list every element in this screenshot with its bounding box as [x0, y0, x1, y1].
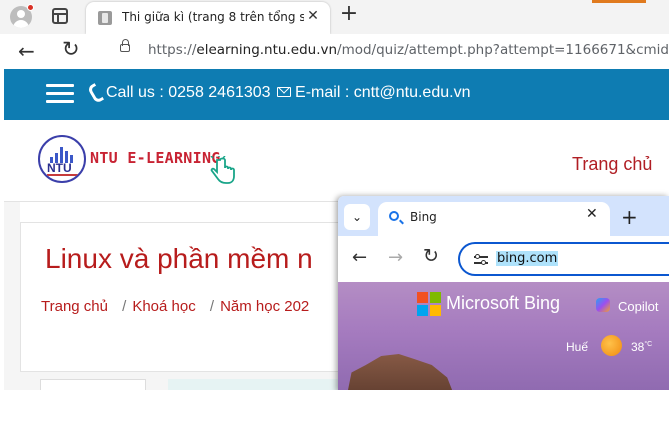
phone-icon — [90, 84, 102, 98]
forward-icon[interactable]: → — [388, 247, 403, 268]
active-tab[interactable]: Thi giữa kì (trang 8 trên tổng số 1 ✕ — [86, 2, 330, 34]
browser-toolbar: ← ↻ https://elearning.ntu.edu.vn/mod/qui… — [0, 34, 669, 68]
chrome-tab-strip: ⌄ Bing ✕ + — [338, 196, 669, 236]
reload-icon[interactable]: ↻ — [62, 37, 80, 61]
mail-icon — [277, 87, 292, 97]
bing-brand[interactable]: Microsoft Bing — [446, 293, 560, 314]
omnibox-url[interactable]: bing.com — [496, 251, 559, 266]
breadcrumb-year[interactable]: Năm học 202 — [220, 298, 309, 315]
brand-name[interactable]: NTU E-LEARNING — [90, 149, 221, 167]
chrome-window: ⌄ Bing ✕ + ← → ↻ bing.com Microsoft Bing… — [338, 196, 669, 392]
phone-label: Call us : 0258 2461303 — [106, 84, 271, 101]
logo-text: NTU — [47, 161, 72, 175]
back-icon[interactable]: ← — [18, 39, 35, 63]
close-icon[interactable]: ✕ — [586, 206, 598, 222]
tab-title: Thi giữa kì (trang 8 trên tổng số 1 — [122, 10, 304, 24]
tab-search-chevron-icon[interactable]: ⌄ — [344, 204, 370, 230]
microsoft-logo-icon — [417, 292, 441, 316]
chrome-new-tab-button[interactable]: + — [621, 205, 638, 229]
back-icon[interactable]: ← — [352, 247, 367, 268]
window-accent — [592, 0, 646, 3]
breadcrumb-separator: / — [209, 298, 215, 315]
chrome-tab-title: Bing — [410, 210, 437, 224]
copilot-icon[interactable] — [596, 298, 610, 312]
pointer-hand-icon — [210, 156, 235, 184]
address-bar[interactable]: https://elearning.ntu.edu.vn/mod/quiz/at… — [106, 38, 669, 64]
address-url[interactable]: https://elearning.ntu.edu.vn/mod/quiz/at… — [148, 42, 669, 58]
contact-info: Call us : 0258 2461303 E-mail : cntt@ntu… — [90, 84, 470, 102]
lock-icon[interactable] — [120, 39, 130, 52]
bottom-margin — [0, 390, 669, 440]
background-rock-image — [346, 354, 456, 392]
notification-dot — [27, 4, 34, 11]
weather-city[interactable]: Huế — [566, 340, 588, 354]
email-label: E-mail : cntt@ntu.edu.vn — [295, 84, 471, 101]
breadcrumb-separator: / — [122, 298, 127, 315]
hamburger-menu-icon[interactable] — [46, 84, 74, 104]
tab-actions-icon[interactable] — [52, 8, 68, 24]
ntu-logo[interactable]: NTU — [38, 135, 86, 183]
sun-icon — [601, 335, 622, 356]
logo-underline — [47, 174, 79, 176]
site-topbar: Call us : 0258 2461303 E-mail : cntt@ntu… — [4, 69, 669, 120]
breadcrumb: Trang chủ / Khoá học / Năm học 202 — [41, 298, 309, 315]
breadcrumb-courses[interactable]: Khoá học — [132, 298, 195, 315]
chrome-toolbar: ← → ↻ bing.com — [338, 236, 669, 282]
tab-favicon-icon — [98, 11, 112, 25]
breadcrumb-home[interactable]: Trang chủ — [41, 298, 108, 315]
omnibox[interactable]: bing.com — [458, 242, 669, 276]
weather-temperature[interactable]: 38°C — [631, 340, 652, 354]
bing-hero: Microsoft Bing Copilot Huế 38°C — [338, 282, 669, 392]
chrome-active-tab[interactable]: Bing ✕ — [378, 202, 610, 236]
nav-home-link[interactable]: Trang chủ — [572, 154, 652, 175]
course-title: Linux và phần mềm n — [45, 243, 313, 274]
site-header: NTU NTU E-LEARNING Trang chủ — [4, 120, 669, 202]
copilot-link[interactable]: Copilot — [618, 299, 658, 314]
search-icon — [389, 211, 399, 221]
new-tab-button[interactable]: + — [338, 3, 360, 26]
reload-icon[interactable]: ↻ — [423, 245, 439, 267]
site-settings-icon[interactable] — [474, 254, 488, 265]
browser-tab-strip: Thi giữa kì (trang 8 trên tổng số 1 ✕ + — [0, 0, 669, 34]
tab-close-icon[interactable]: ✕ — [304, 7, 322, 25]
